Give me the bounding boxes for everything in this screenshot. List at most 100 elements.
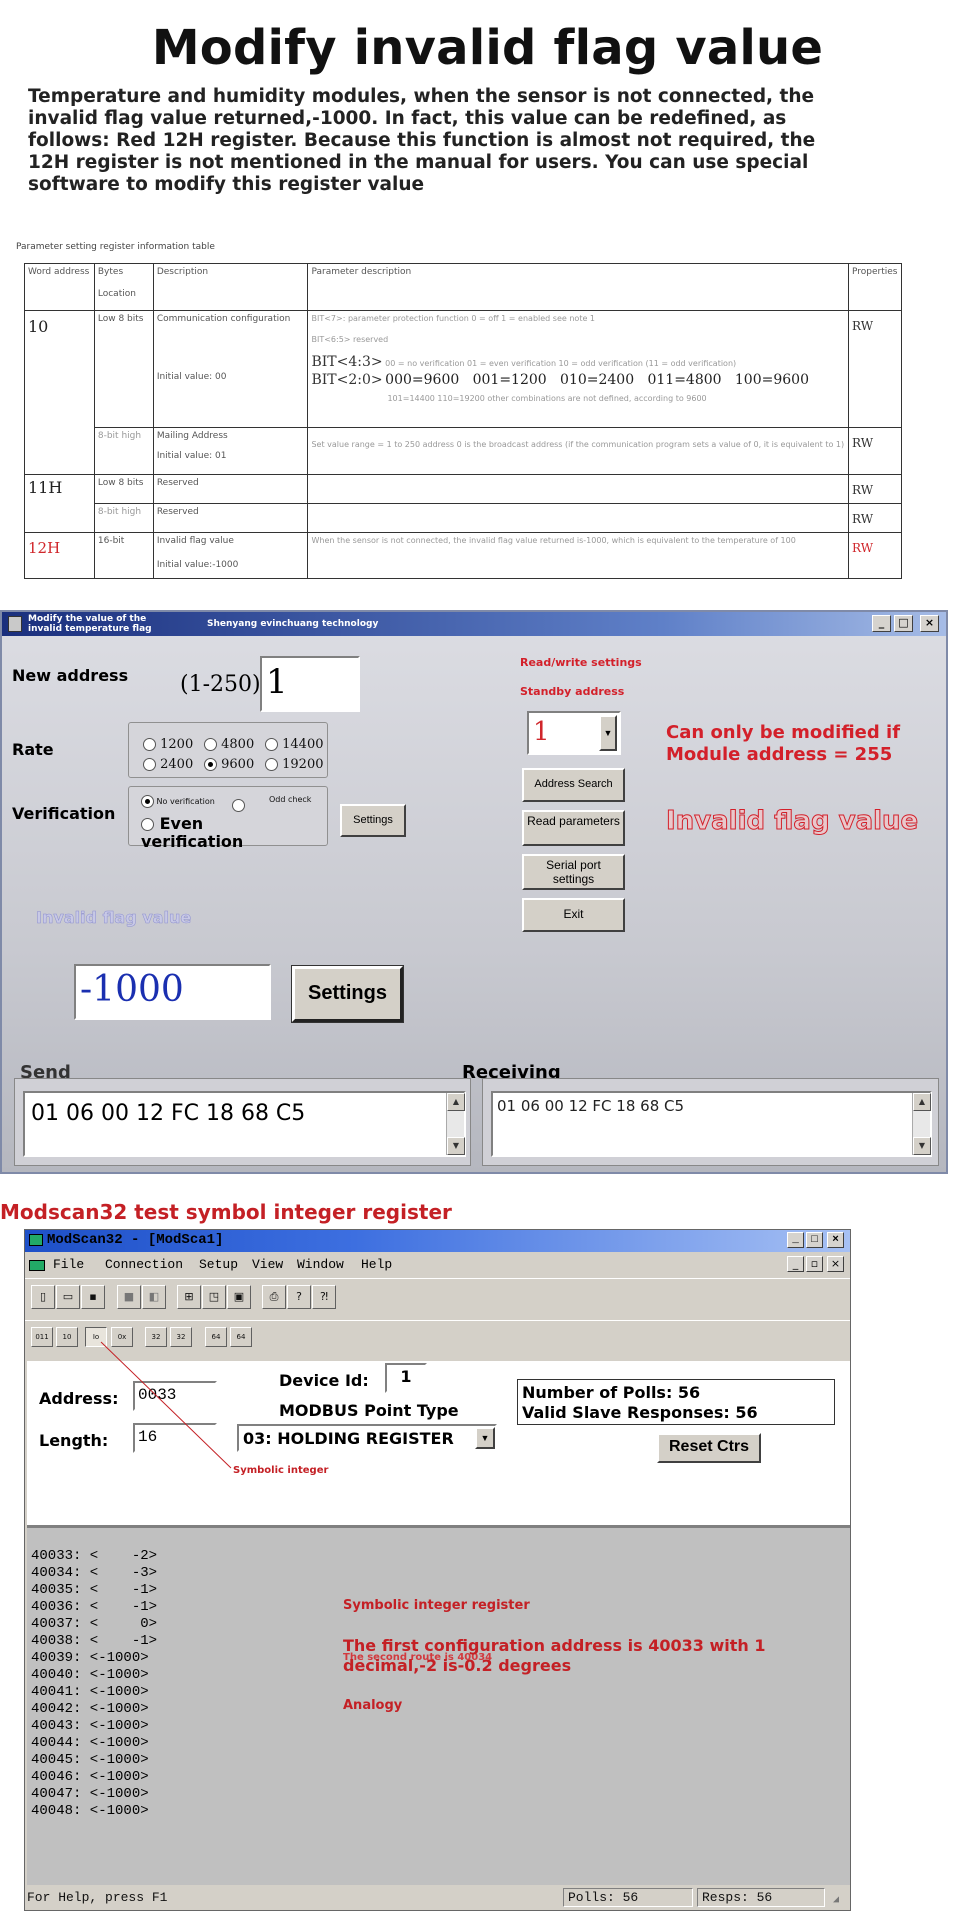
table-row: 8-bit high Mailing Address Initial value:… — [25, 427, 903, 475]
standby-address-value: 1 — [533, 717, 550, 747]
arrow-line — [100, 1341, 232, 1469]
radio-icon[interactable] — [143, 738, 156, 751]
modify-note: Can only be modified if Module address =… — [666, 722, 901, 765]
table-row: 12H 16-bit Invalid flag value Initial val… — [24, 532, 903, 579]
prop-rw: RW — [851, 541, 874, 555]
list-item[interactable]: 40038: < -1> — [31, 1633, 157, 1650]
no-verification-option[interactable]: No verification — [141, 795, 215, 808]
prop-rw: RW — [851, 436, 874, 450]
scrollbar[interactable]: ▲ ▼ — [446, 1093, 465, 1155]
list-item[interactable]: 40033: < -2> — [31, 1548, 157, 1565]
list-item[interactable]: 40042: <-1000> — [31, 1701, 157, 1718]
list-item[interactable]: 40034: < -3> — [31, 1565, 157, 1582]
dialog-titlebar: Modify the value of the invalid temperat… — [2, 612, 946, 636]
radio-icon[interactable] — [265, 738, 278, 751]
mail-param: Set value range = 1 to 250 address 0 is … — [311, 440, 845, 449]
rate-option[interactable]: 19200 — [265, 757, 324, 772]
parameter-table: Word address Bytes Location Description P… — [24, 263, 903, 579]
table-row: 11H Low 8 bits Reserved RW — [24, 474, 903, 533]
set-invalid-flag-button[interactable]: Settings — [291, 965, 404, 1023]
serial-port-settings-button[interactable]: Serial port settings — [522, 854, 625, 890]
bytes-low: Low 8 bits — [97, 314, 144, 324]
rate-option[interactable]: 1200 — [143, 737, 193, 752]
rate-option[interactable]: 2400 — [143, 757, 193, 772]
radio-icon[interactable] — [232, 799, 245, 812]
analogy-annotation: Analogy — [343, 1698, 403, 1713]
send-value: 01 06 00 12 FC 18 68 C5 — [31, 1101, 306, 1126]
receive-group: 01 06 00 12 FC 18 68 C5 ▲ ▼ — [482, 1078, 939, 1166]
desc-comm: Communication configuration — [156, 314, 291, 324]
radio-icon[interactable] — [141, 818, 154, 831]
rate-option-selected[interactable]: 9600 — [204, 757, 254, 772]
list-item[interactable]: 40035: < -1> — [31, 1582, 157, 1599]
rate-option[interactable]: 4800 — [204, 737, 254, 752]
desc-mail: Mailing Address — [156, 431, 228, 441]
radio-icon[interactable] — [265, 758, 278, 771]
header-word-address: Word address — [28, 267, 90, 277]
baud-note: 101=14400 110=19200 other combinations a… — [387, 394, 707, 403]
even-verification-option[interactable]: Even verification — [141, 815, 281, 851]
odd-check-option[interactable] — [232, 795, 245, 814]
standby-address-select[interactable]: 1 ▼ — [527, 711, 621, 755]
scroll-up-icon[interactable]: ▲ — [913, 1093, 931, 1111]
bit43: BIT<4:3> — [311, 354, 383, 370]
list-item[interactable]: 40047: <-1000> — [31, 1786, 157, 1803]
scroll-up-icon[interactable]: ▲ — [447, 1093, 465, 1111]
verification-settings-button[interactable]: Settings — [340, 804, 406, 837]
rate-option[interactable]: 14400 — [265, 737, 324, 752]
list-item[interactable]: 40048: <-1000> — [31, 1803, 157, 1820]
verification-label: Verification — [12, 804, 116, 823]
address-range: (1-250) — [180, 672, 261, 697]
scroll-down-icon[interactable]: ▼ — [913, 1137, 931, 1155]
table-caption: Parameter setting register information t… — [16, 242, 215, 252]
list-item[interactable]: 40037: < 0> — [31, 1616, 157, 1633]
chevron-down-icon[interactable]: ▼ — [599, 715, 617, 751]
close-icon[interactable]: × — [920, 615, 939, 632]
modscan-window: ModScan32 - [ModSca1] _ □ × File Connect… — [24, 1229, 851, 1911]
header-location: Location — [97, 289, 136, 299]
standby-address-label: Standby address — [520, 685, 625, 698]
invalid-flag-input[interactable]: -1000 — [74, 964, 271, 1020]
scrollbar[interactable]: ▲ ▼ — [912, 1093, 931, 1155]
table-header-row: Word address Bytes Location Description P… — [24, 263, 903, 311]
receive-textarea[interactable]: 01 06 00 12 FC 18 68 C5 ▲ ▼ — [491, 1091, 932, 1157]
init-1000: Initial value:-1000 — [156, 560, 239, 570]
list-item[interactable]: 40046: <-1000> — [31, 1769, 157, 1786]
scroll-down-icon[interactable]: ▼ — [447, 1137, 465, 1155]
list-item[interactable]: 40043: <-1000> — [31, 1718, 157, 1735]
dialog-title: Modify the value of the invalid temperat… — [28, 614, 152, 634]
register-list: 40033: < -2> 40034: < -3> 40035: < -1> 4… — [31, 1548, 157, 1820]
address-search-button[interactable]: Address Search — [522, 768, 625, 802]
radio-checked-icon[interactable] — [204, 758, 217, 771]
exit-button[interactable]: Exit — [522, 898, 625, 932]
radio-icon[interactable] — [143, 758, 156, 771]
list-item[interactable]: 40040: <-1000> — [31, 1667, 157, 1684]
resize-grip-icon[interactable]: ◢ — [833, 1894, 839, 1906]
radio-icon[interactable] — [204, 738, 217, 751]
header-bytes: Bytes — [97, 267, 124, 277]
radio-checked-icon[interactable] — [141, 795, 154, 808]
list-item[interactable]: 40044: <-1000> — [31, 1735, 157, 1752]
new-address-input[interactable]: 1 — [260, 656, 360, 712]
header-description: Description — [156, 267, 209, 277]
list-item[interactable]: 40039: <-1000> — [31, 1650, 157, 1667]
maximize-icon[interactable]: □ — [894, 615, 913, 632]
odd-check-label: Odd check — [269, 795, 312, 804]
list-item[interactable]: 40041: <-1000> — [31, 1684, 157, 1701]
list-item[interactable]: 40045: <-1000> — [31, 1752, 157, 1769]
bit65-desc: BIT<6:5> reserved — [311, 335, 389, 344]
invalid-param: When the sensor is not connected, the in… — [311, 536, 796, 545]
send-textarea[interactable]: 01 06 00 12 FC 18 68 C5 ▲ ▼ — [23, 1091, 466, 1157]
header-param: Parameter description — [311, 267, 412, 277]
prop-rw: RW — [851, 483, 874, 497]
desc-reserved: Reserved — [156, 478, 199, 488]
baud-codes: 000=9600 001=1200 010=2400 011=4800 100=… — [385, 372, 809, 388]
table-row: 8-bit high Reserved RW — [25, 503, 903, 533]
read-parameters-button[interactable]: Read parameters — [522, 810, 625, 846]
list-item[interactable]: 40036: < -1> — [31, 1599, 157, 1616]
new-address-label: New address — [12, 666, 129, 685]
rate-label: Rate — [12, 740, 54, 759]
addr-10: 10 — [28, 317, 49, 336]
addr-11h: 11H — [28, 478, 63, 497]
minimize-icon[interactable]: _ — [872, 615, 891, 632]
